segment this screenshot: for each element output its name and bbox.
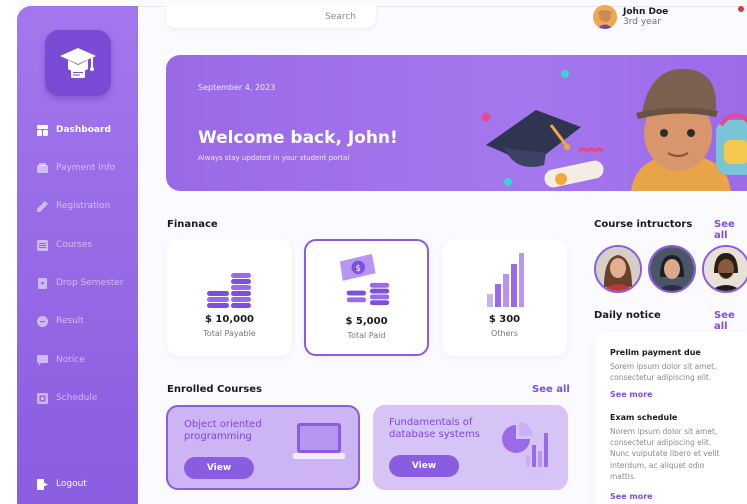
sidebar: Dashboard Payment Info Registration Cour… — [17, 6, 138, 504]
graduation-cap-icon — [60, 48, 96, 78]
instructor-avatar[interactable] — [648, 245, 696, 293]
document-icon — [37, 277, 48, 289]
finance-label: Total Payable — [203, 329, 256, 338]
app-frame: Dashboard Payment Info Registration Cour… — [0, 0, 747, 504]
course-title: Object oriented programming — [184, 419, 262, 442]
bar-chart-icon — [487, 253, 524, 307]
instructors-see-all-link[interactable]: See all — [714, 219, 747, 241]
sidebar-item-label: Dashboard — [56, 125, 111, 135]
notice-icon — [37, 354, 48, 366]
result-icon — [37, 315, 48, 327]
finance-amount: $ 10,000 — [204, 314, 255, 325]
logout-label: Logout — [56, 479, 87, 489]
schedule-icon — [37, 392, 48, 404]
daily-notice-panel: Prelim payment due Sorem ipsum dolor sit… — [595, 332, 747, 504]
instructor-avatar[interactable] — [702, 245, 747, 293]
page-margin — [0, 0, 17, 504]
search-placeholder: Search — [325, 12, 356, 22]
sidebar-item-label: Schedule — [56, 393, 98, 403]
instructors-title: Course intructors — [594, 219, 693, 230]
banner-title: Welcome back, John! — [198, 128, 398, 148]
course-title: Fundamentals of database systems — [389, 417, 480, 440]
app-logo[interactable] — [45, 30, 111, 96]
notification-dot[interactable] — [738, 6, 744, 12]
sidebar-item-label: Result — [56, 316, 84, 326]
avatar — [593, 5, 617, 29]
view-course-button[interactable]: View — [389, 455, 459, 477]
notice-title: Daily notice — [594, 310, 661, 321]
welcome-banner: September 4, 2023 Welcome back, John! Al… — [166, 55, 747, 191]
notice-item-title: Prelim payment due — [610, 348, 701, 357]
courses-see-all-link[interactable]: See all — [532, 384, 570, 395]
sidebar-item-label: Drop Semester — [56, 278, 124, 288]
sidebar-item-label: Registration — [56, 201, 111, 211]
sidebar-item-drop-semester[interactable]: Drop Semester — [37, 274, 124, 292]
finance-amount: $ 5,000 — [345, 316, 388, 327]
pen-icon — [37, 200, 48, 212]
sidebar-item-result[interactable]: Result — [37, 312, 84, 330]
sidebar-item-label: Courses — [56, 240, 93, 250]
finance-card-total-paid[interactable]: $ $ 5,000 Total Paid — [304, 239, 429, 356]
notice-see-more-link[interactable]: See more — [610, 390, 653, 399]
finance-label: Others — [491, 329, 518, 338]
sidebar-item-label: Notice — [56, 355, 85, 365]
notice-item-body: Sorem ipsum dolor sit amet, consectetur … — [610, 362, 717, 383]
pie-chart-icon — [502, 422, 548, 467]
payment-icon — [37, 162, 48, 174]
finance-card-total-payable[interactable]: $ 10,000 Total Payable — [167, 239, 292, 356]
user-year: 3rd year — [623, 16, 661, 27]
user-profile[interactable]: John Doe 3rd year — [593, 4, 668, 30]
notice-see-more-link[interactable]: See more — [610, 492, 653, 501]
search-input[interactable]: Search — [166, 6, 376, 28]
sidebar-item-dashboard[interactable]: Dashboard — [37, 121, 111, 139]
svg-text:$: $ — [355, 264, 361, 274]
course-card-oop[interactable]: Object oriented programming View — [166, 405, 360, 490]
instructor-avatar[interactable] — [594, 245, 642, 293]
sidebar-item-notice[interactable]: Notice — [37, 351, 85, 369]
banner-date: September 4, 2023 — [198, 83, 276, 92]
laptop-icon — [293, 423, 345, 459]
finance-amount: $ 300 — [488, 314, 521, 325]
banner-subtitle: Always stay updated in your student port… — [198, 154, 350, 162]
view-course-button[interactable]: View — [184, 457, 254, 479]
sidebar-item-registration[interactable]: Registration — [37, 197, 110, 215]
courses-icon — [37, 239, 48, 251]
coins-icon — [207, 273, 251, 308]
courses-title: Enrolled Courses — [167, 384, 262, 395]
user-name: John Doe — [623, 6, 669, 17]
logout-button[interactable]: Logout — [37, 475, 87, 493]
finance-card-others[interactable]: $ 300 Others — [442, 239, 567, 356]
logout-icon — [37, 478, 48, 490]
cash-icon: $ — [339, 253, 390, 306]
notice-see-all-link[interactable]: See all — [714, 310, 747, 332]
sidebar-item-courses[interactable]: Courses — [37, 236, 92, 254]
banner-illustration — [481, 68, 747, 191]
finance-title: Finanace — [167, 219, 218, 230]
notice-item-title: Exam schedule — [610, 413, 678, 422]
dashboard-icon — [37, 124, 48, 136]
finance-label: Total Paid — [347, 331, 386, 340]
sidebar-item-schedule[interactable]: Schedule — [37, 389, 97, 407]
course-card-database[interactable]: Fundamentals of database systems View — [373, 405, 568, 490]
sidebar-item-payment-info[interactable]: Payment Info — [37, 159, 115, 177]
notice-item-body: Norem ipsum dolor sit amet, consectetur … — [610, 427, 720, 481]
sidebar-item-label: Payment Info — [56, 163, 116, 173]
